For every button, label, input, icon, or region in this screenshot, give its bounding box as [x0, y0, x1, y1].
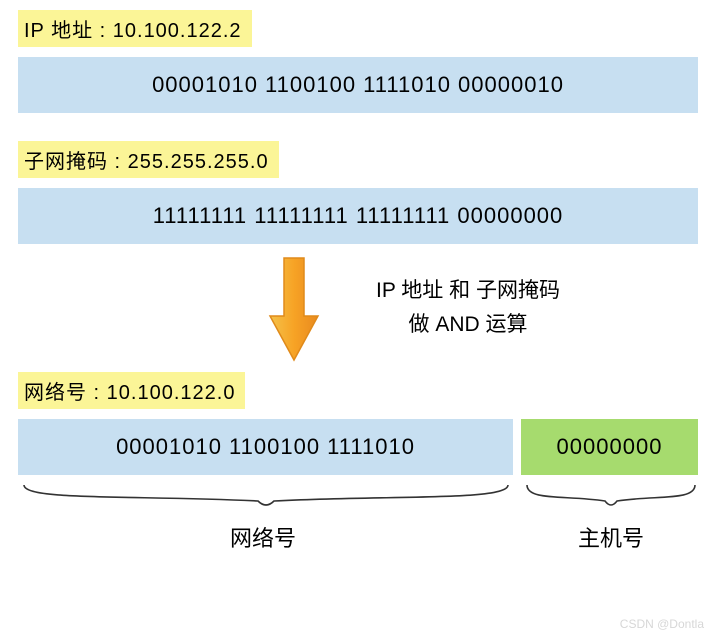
ip-section: IP 地址 : 10.100.122.2 00001010 1100100 11… — [18, 10, 698, 113]
result-binary-row: 00001010 1100100 1111010 00000000 — [18, 419, 698, 475]
mask-section: 子网掩码 : 255.255.255.0 11111111 11111111 1… — [18, 141, 698, 244]
operation-line2: 做 AND 运算 — [338, 308, 598, 342]
and-operation-row: IP 地址 和 子网掩码 做 AND 运算 — [18, 256, 698, 366]
brace-row — [18, 479, 698, 521]
bottom-labels: 网络号 主机号 — [18, 521, 698, 555]
network-binary-box: 00001010 1100100 1111010 — [18, 419, 513, 475]
subnet-mask-label: 子网掩码 : 255.255.255.0 — [18, 141, 279, 178]
watermark: CSDN @Dontla — [620, 617, 704, 631]
mask-binary-box: 11111111 11111111 11111111 00000000 — [18, 188, 698, 244]
result-gap — [513, 419, 521, 475]
host-binary-box: 00000000 — [521, 419, 698, 475]
net-brace-icon — [18, 479, 513, 519]
operation-line1: IP 地址 和 子网掩码 — [338, 274, 598, 308]
ip-address-label: IP 地址 : 10.100.122.2 — [18, 10, 252, 47]
ip-binary-box: 00001010 1100100 1111010 00000010 — [18, 57, 698, 113]
result-section: 网络号 : 10.100.122.0 00001010 1100100 1111… — [18, 372, 698, 555]
network-part-label: 网络号 — [230, 521, 296, 553]
network-id-label: 网络号 : 10.100.122.0 — [18, 372, 245, 409]
host-brace-icon — [521, 479, 701, 519]
operation-text: IP 地址 和 子网掩码 做 AND 运算 — [338, 274, 598, 341]
host-part-label: 主机号 — [578, 521, 644, 553]
down-arrow-icon — [266, 256, 322, 364]
